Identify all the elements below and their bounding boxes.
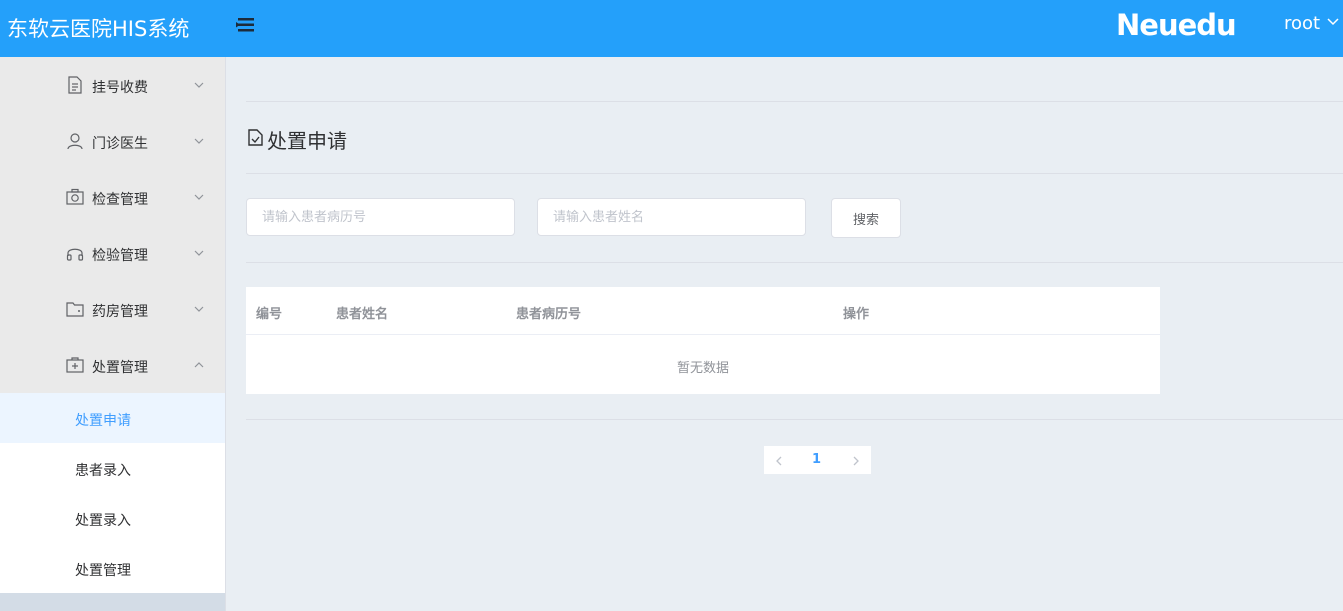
wallet-icon [66,300,84,318]
sidebar-group-outpatient-doctor[interactable]: 门诊医生 [0,113,225,169]
sidebar-group-label: 检查管理 [92,192,148,208]
sidebar-group-label: 门诊医生 [92,136,148,152]
sidebar-group-lab-test[interactable]: 检验管理 [0,225,225,281]
sidebar-item-label: 处置录入 [75,513,131,529]
document-checked-icon [247,127,265,152]
record-number-search-input[interactable] [246,198,515,236]
table-header-divider [246,334,1160,335]
first-aid-icon [66,356,84,374]
brand-logo: Neuedu [1116,8,1237,42]
next-page-icon[interactable] [849,453,863,467]
chevron-down-icon [1326,13,1340,34]
sidebar-item-label: 处置管理 [75,563,131,579]
sidebar: 挂号收费 门诊医生 检查管理 检验管理 药房管理 处置管理 处置申请 患者录入 … [0,57,226,611]
sidebar-group-disposal[interactable]: 处置管理 [0,337,225,393]
document-icon [66,76,84,94]
username-label: root [1284,13,1321,34]
disposal-request-table: 编号 患者姓名 患者病历号 操作 暂无数据 [246,287,1160,394]
patient-name-search-input[interactable] [537,198,806,236]
chevron-down-icon [192,77,206,91]
column-header-patient-name[interactable]: 患者姓名 [336,303,388,322]
page-number-current[interactable]: 1 [812,452,821,467]
sidebar-item-label: 处置申请 [75,413,131,429]
search-button[interactable]: 搜索 [831,198,901,238]
sidebar-item-disposal-entry[interactable]: 处置录入 [0,493,225,543]
pagination: 1 [764,446,871,474]
page-title-text: 处置申请 [267,129,347,153]
sidebar-group-inspection[interactable]: 检查管理 [0,169,225,225]
divider [246,262,1343,263]
sidebar-group-registration[interactable]: 挂号收费 [0,57,225,113]
sidebar-group-label: 挂号收费 [92,80,148,96]
column-header-id[interactable]: 编号 [256,303,282,322]
page-title: 处置申请 [247,125,347,154]
menu-collapse-icon[interactable] [236,16,256,34]
app-title: 东软云医院HIS系统 [7,17,190,41]
divider [246,173,1343,174]
sidebar-group-pharmacy[interactable]: 药房管理 [0,281,225,337]
sidebar-group-label: 药房管理 [92,304,148,320]
table-empty-text: 暂无数据 [676,361,729,376]
chevron-down-icon [192,189,206,203]
divider [246,419,1343,420]
chevron-up-icon [192,357,206,371]
camera-icon [66,188,84,206]
divider [246,101,1343,102]
sidebar-item-disposal-management[interactable]: 处置管理 [0,543,225,593]
user-menu[interactable]: root [1284,13,1340,34]
chevron-down-icon [192,133,206,147]
disposal-submenu: 处置申请 患者录入 处置录入 处置管理 [0,393,225,593]
prev-page-icon[interactable] [772,453,786,467]
sidebar-item-disposal-request[interactable]: 处置申请 [0,393,225,443]
top-header: 东软云医院HIS系统 Neuedu root [0,0,1343,57]
sidebar-footer [0,593,225,611]
sidebar-group-label: 处置管理 [92,360,148,376]
sidebar-item-patient-entry[interactable]: 患者录入 [0,443,225,493]
chevron-down-icon [192,301,206,315]
user-icon [66,132,84,150]
headset-icon [66,244,84,262]
column-header-record-number[interactable]: 患者病历号 [516,303,581,322]
sidebar-item-label: 患者录入 [75,463,131,479]
chevron-down-icon [192,245,206,259]
column-header-actions[interactable]: 操作 [843,303,869,322]
sidebar-group-label: 检验管理 [92,248,148,264]
